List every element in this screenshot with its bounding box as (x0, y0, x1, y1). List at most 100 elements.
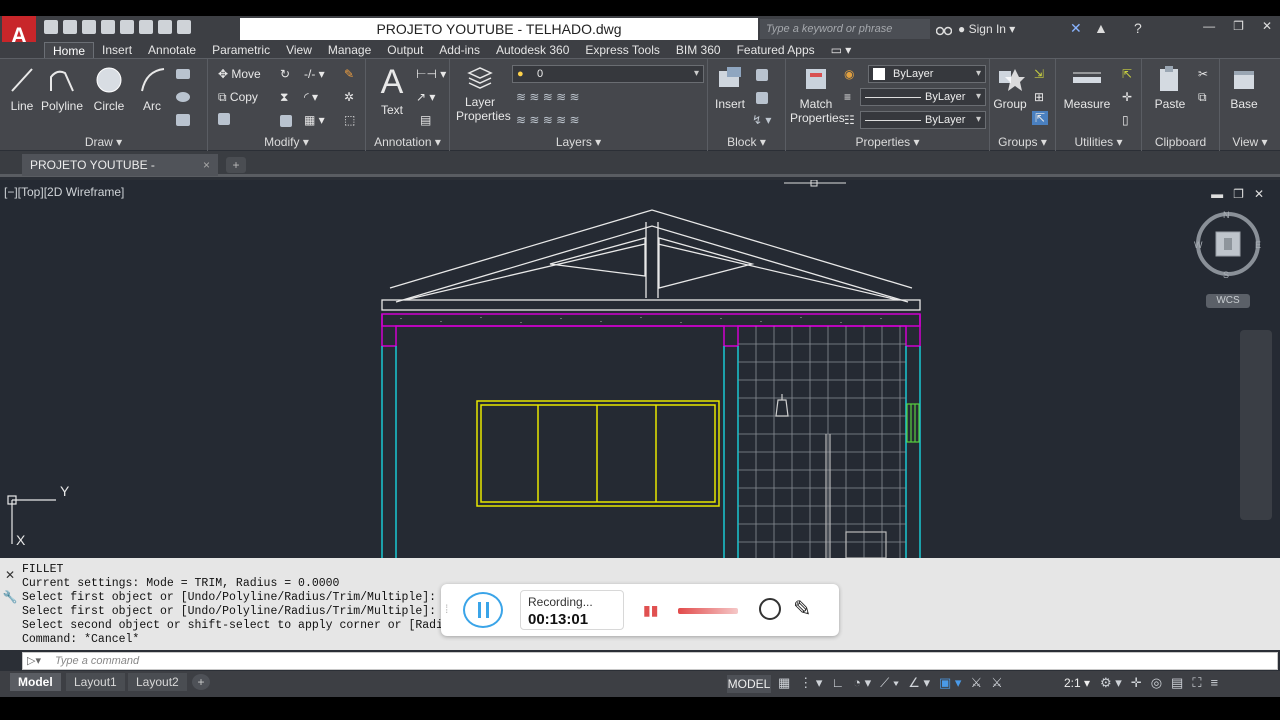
tab-add-ins[interactable]: Add-ins (431, 42, 488, 58)
isolate-objects-icon[interactable]: ◎ (1151, 675, 1162, 691)
object-snap-tracking-icon[interactable]: ∠ ▾ (908, 675, 930, 691)
ortho-icon[interactable]: ∟ (831, 675, 844, 691)
measure-button[interactable]: Measure (1060, 65, 1114, 111)
drag-handle-icon[interactable]: ⁞ (445, 602, 448, 616)
webcam-icon[interactable] (759, 598, 781, 620)
tab-layout2[interactable]: Layout2 (128, 673, 187, 691)
trim-icon[interactable]: -/- ▾ (304, 67, 325, 81)
group-button[interactable]: Group (992, 65, 1028, 111)
redo-icon[interactable] (158, 20, 172, 34)
view-panel-title[interactable]: View ▾ (1220, 135, 1280, 149)
stretch-button[interactable] (218, 113, 230, 128)
annotation-visibility-icon[interactable]: ⚔ (970, 675, 982, 691)
dimension-icon[interactable]: ⊢⊣ ▾ (416, 67, 446, 81)
clean-screen-icon[interactable]: ⛶ (1192, 675, 1201, 691)
ungroup-icon[interactable]: ⇲ (1034, 67, 1044, 81)
command-window-close-icon[interactable]: ✕ (0, 568, 20, 582)
modify-panel-title[interactable]: Modify ▾ (208, 135, 365, 149)
close-icon[interactable]: ✕ (1262, 19, 1272, 33)
add-layout-button[interactable]: + (192, 674, 210, 690)
edit-block-icon[interactable] (756, 92, 768, 104)
fillet-icon[interactable]: ◜ ▾ (304, 90, 318, 104)
rotate-icon[interactable]: ↻ (280, 67, 290, 81)
tab-manage[interactable]: Manage (320, 42, 379, 58)
hardware-acceleration-icon[interactable]: ▤ (1171, 675, 1183, 691)
hatch-icon[interactable] (176, 92, 190, 102)
group-edit-icon[interactable]: ⊞ (1034, 90, 1044, 104)
binoculars-icon[interactable] (936, 22, 952, 36)
model-space-button[interactable]: MODEL (727, 675, 771, 693)
command-prompt-icon[interactable]: ▷▾ (27, 653, 41, 669)
new-file-icon[interactable] (44, 20, 58, 34)
mirror-icon[interactable]: ⧗ (280, 90, 288, 105)
id-point-icon[interactable]: ✛ (1122, 90, 1132, 104)
line-button[interactable]: Line (8, 65, 36, 113)
pause-recording-button[interactable] (463, 592, 503, 628)
tab-view[interactable]: View (278, 42, 320, 58)
paste-button[interactable]: Paste (1152, 65, 1188, 111)
match-properties-button[interactable]: Match Properties (790, 65, 845, 125)
tab-bim-360[interactable]: BIM 360 (668, 42, 729, 58)
groups-panel-title[interactable]: Groups ▾ (990, 135, 1055, 149)
tab-parametric[interactable]: Parametric (204, 42, 278, 58)
cut-icon[interactable]: ✂ (1198, 67, 1208, 81)
volume-slider[interactable] (678, 608, 738, 614)
calculator-icon[interactable]: ▯ (1122, 113, 1129, 127)
gradient-icon[interactable] (176, 114, 190, 126)
help-icon[interactable]: ? (1134, 20, 1142, 36)
insert-block-button[interactable]: Insert (712, 65, 748, 111)
utilities-panel-title[interactable]: Utilities ▾ (1056, 135, 1141, 149)
text-button[interactable]: A Text (374, 65, 410, 117)
customize-qat-icon[interactable] (177, 20, 191, 34)
grid-icon[interactable]: ▦ (778, 675, 790, 691)
navigation-bar[interactable] (1240, 330, 1272, 520)
tab-layout1[interactable]: Layout1 (66, 673, 125, 691)
object-snap-icon[interactable]: ▣ ▾ (939, 675, 961, 691)
autodesk-360-icon[interactable]: ▲ (1094, 20, 1108, 36)
tab-model[interactable]: Model (10, 673, 61, 691)
annotation-scale[interactable]: 2:1 ▾ (1064, 676, 1090, 690)
tab-insert[interactable]: Insert (94, 42, 140, 58)
layer-tools-row-1[interactable]: ≋ ≋ ≋ ≋ ≋ (516, 90, 580, 104)
snap-mode-icon[interactable]: ⋮ ▾ (799, 675, 822, 691)
exchange-apps-icon[interactable]: ✕ (1070, 20, 1082, 37)
annotation-panel-title[interactable]: Annotation ▾ (366, 135, 449, 149)
tab-output[interactable]: Output (379, 42, 431, 58)
table-icon[interactable]: ▤ (420, 113, 431, 127)
layer-properties-button[interactable]: Layer Properties (456, 65, 511, 123)
autoscale-icon[interactable]: ⚔ (991, 675, 1003, 691)
lineweight-dropdown[interactable]: ByLayer (860, 88, 986, 106)
sign-in-button[interactable]: ● Sign In ▾ (958, 19, 1015, 39)
search-input[interactable]: Type a keyword or phrase (760, 19, 930, 39)
undo-icon[interactable] (139, 20, 153, 34)
circle-button[interactable]: Circle (92, 65, 126, 113)
file-tab-close-icon[interactable]: × (203, 154, 210, 176)
command-window-settings-icon[interactable]: 🔧 (0, 590, 20, 604)
block-attributes-icon[interactable]: ↯ ▾ (752, 113, 771, 127)
base-view-button[interactable]: Base (1224, 65, 1264, 111)
tab-home[interactable]: Home (44, 42, 95, 58)
explode-icon[interactable]: ✲ (344, 90, 354, 104)
color-dropdown[interactable]: ByLayer (868, 65, 986, 83)
array-icon[interactable]: ▦ ▾ (304, 113, 325, 127)
file-tab-projeto[interactable]: PROJETO YOUTUBE - TELHADO* × (22, 154, 218, 194)
create-block-icon[interactable] (756, 69, 768, 81)
tab-autodesk-360[interactable]: Autodesk 360 (488, 42, 577, 58)
wcs-menu-button[interactable]: WCS (1206, 294, 1250, 308)
quick-select-icon[interactable]: ⇱ (1122, 67, 1132, 81)
draw-pen-icon[interactable]: ✎ (793, 596, 811, 622)
scale-icon[interactable] (280, 115, 292, 127)
block-panel-title[interactable]: Block ▾ (708, 135, 785, 149)
copy-button[interactable]: ⧉ Copy (218, 90, 258, 105)
draw-panel-title[interactable]: Draw ▾ (0, 135, 207, 149)
rectangle-icon[interactable] (176, 69, 190, 79)
minimize-icon[interactable]: — (1203, 19, 1215, 33)
tab-featured-apps[interactable]: Featured Apps (729, 42, 823, 58)
layer-dropdown[interactable]: ● 0 (512, 65, 704, 83)
open-file-icon[interactable] (63, 20, 77, 34)
command-input[interactable]: ▷▾ Type a command (22, 652, 1278, 670)
new-drawing-tab-button[interactable]: + (226, 157, 246, 173)
tab-annotate[interactable]: Annotate (140, 42, 204, 58)
polyline-button[interactable]: Polyline (40, 65, 84, 113)
print-icon[interactable] (120, 20, 134, 34)
